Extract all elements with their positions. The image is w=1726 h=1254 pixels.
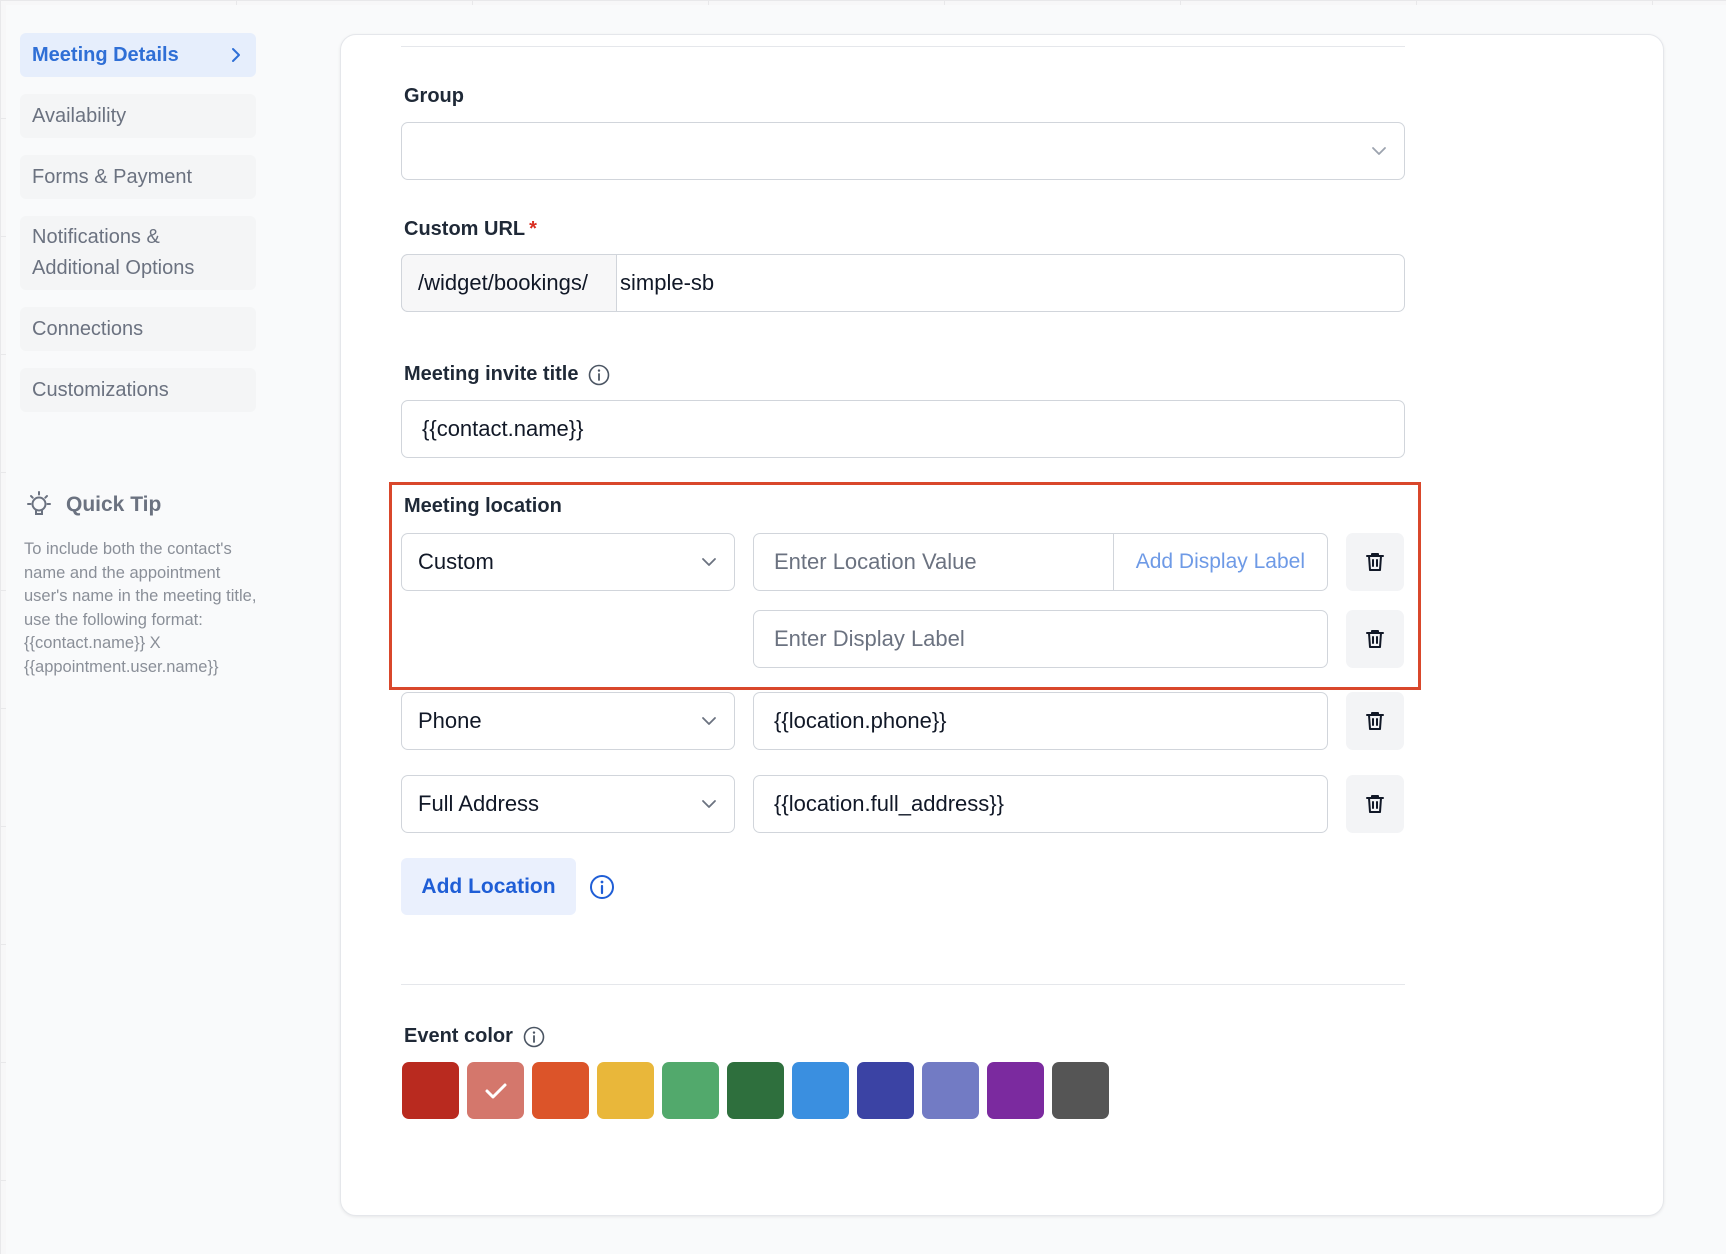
meeting-location-label: Meeting location	[404, 495, 562, 518]
trash-icon	[1366, 795, 1384, 813]
event-color-label-text: Event color	[404, 1025, 513, 1047]
address-value-input[interactable]: {{location.full_address}}	[753, 775, 1328, 833]
sidebar-item-label: Connections	[32, 317, 144, 340]
chevron-right-icon	[232, 48, 240, 62]
phone-value: {{location.phone}}	[774, 708, 947, 733]
location-type-value: Phone	[418, 708, 482, 733]
quick-tip: Quick Tip To include both the contact's …	[24, 490, 260, 680]
delete-location-button[interactable]	[1346, 533, 1404, 591]
color-swatch[interactable]	[987, 1062, 1044, 1119]
location-type-select-custom[interactable]: Custom	[401, 533, 735, 591]
sidebar-item-notifications[interactable]: Notifications & Additional Options	[20, 216, 256, 290]
top-divider	[401, 46, 1405, 47]
location-type-value: Full Address	[418, 791, 540, 816]
sidebar-item-forms-payment[interactable]: Forms & Payment	[20, 155, 256, 199]
custom-url-label: Custom URL *	[404, 218, 537, 241]
location-type-value: Custom	[418, 549, 494, 574]
add-location-button[interactable]: Add Location	[401, 858, 576, 915]
custom-url-value: simple-sb	[620, 270, 715, 295]
section-divider	[401, 984, 1405, 985]
sidebar: Meeting Details Availability Forms & Pay…	[20, 33, 256, 429]
color-swatch[interactable]	[532, 1062, 589, 1119]
invite-title-value: {{contact.name}}	[422, 416, 584, 441]
delete-display-label-button[interactable]	[1346, 610, 1404, 668]
custom-url-prefix: /widget/bookings/	[401, 254, 617, 312]
location-value-placeholder: Enter Location Value	[774, 549, 977, 574]
display-label-placeholder: Enter Display Label	[774, 626, 965, 651]
chevron-down-icon	[1372, 147, 1386, 155]
quick-tip-text: To include both the contact's name and t…	[24, 540, 257, 676]
info-icon[interactable]	[523, 1026, 545, 1048]
add-display-label-text: Add Display Label	[1135, 550, 1305, 573]
color-swatch[interactable]	[662, 1062, 719, 1119]
invite-title-label: Meeting invite title	[404, 363, 610, 386]
add-display-label-button[interactable]: Add Display Label	[1112, 534, 1327, 590]
sidebar-item-connections[interactable]: Connections	[20, 307, 256, 351]
display-label-input[interactable]: Enter Display Label	[753, 610, 1328, 668]
meeting-location-label-text: Meeting location	[404, 495, 562, 517]
color-swatch[interactable]	[597, 1062, 654, 1119]
group-label: Group	[404, 85, 464, 108]
color-swatch[interactable]	[467, 1062, 524, 1119]
trash-icon	[1366, 630, 1384, 648]
invite-title-label-text: Meeting invite title	[404, 363, 579, 385]
quick-tip-title: Quick Tip	[66, 493, 162, 516]
checkmark-icon	[485, 1083, 506, 1098]
required-mark: *	[529, 218, 537, 240]
color-swatch[interactable]	[792, 1062, 849, 1119]
sidebar-item-customizations[interactable]: Customizations	[20, 368, 256, 412]
location-type-select-phone[interactable]: Phone	[401, 692, 735, 750]
color-swatch[interactable]	[857, 1062, 914, 1119]
sidebar-item-label: Forms & Payment	[32, 165, 193, 188]
location-value-input[interactable]: Enter Location Value Add Display Label	[753, 533, 1328, 591]
sidebar-item-label: Availability	[32, 104, 127, 127]
info-icon[interactable]	[589, 874, 615, 900]
sidebar-item-meeting-details[interactable]: Meeting Details	[20, 33, 256, 77]
event-color-label: Event color	[404, 1025, 545, 1048]
delete-phone-button[interactable]	[1346, 692, 1404, 750]
custom-url-label-text: Custom URL	[404, 218, 526, 240]
sidebar-item-label: Notifications & Additional Options	[32, 226, 195, 279]
custom-url-prefix-text: /widget/bookings/	[418, 270, 588, 295]
group-label-text: Group	[404, 85, 464, 107]
color-swatch[interactable]	[402, 1062, 459, 1119]
lightbulb-icon	[27, 491, 51, 515]
location-type-select-address[interactable]: Full Address	[401, 775, 735, 833]
trash-icon	[1366, 712, 1384, 730]
color-swatch[interactable]	[1052, 1062, 1109, 1119]
color-swatches	[402, 1062, 1109, 1119]
address-value: {{location.full_address}}	[774, 791, 1004, 816]
chevron-down-icon	[702, 558, 716, 566]
chevron-down-icon	[702, 800, 716, 808]
color-swatch[interactable]	[922, 1062, 979, 1119]
sidebar-item-label: Customizations	[32, 378, 169, 401]
meeting-details-card: Group Custom URL * simple-sb /widget/book…	[340, 34, 1664, 1216]
delete-address-button[interactable]	[1346, 775, 1404, 833]
chevron-down-icon	[702, 717, 716, 725]
group-select[interactable]	[401, 122, 1405, 180]
add-location-label: Add Location	[421, 874, 556, 898]
trash-icon	[1366, 553, 1384, 571]
color-swatch[interactable]	[727, 1062, 784, 1119]
sidebar-item-label: Meeting Details	[32, 43, 179, 66]
sidebar-item-availability[interactable]: Availability	[20, 94, 256, 138]
info-icon[interactable]	[588, 364, 610, 386]
invite-title-input[interactable]: {{contact.name}}	[401, 400, 1405, 458]
phone-value-input[interactable]: {{location.phone}}	[753, 692, 1328, 750]
